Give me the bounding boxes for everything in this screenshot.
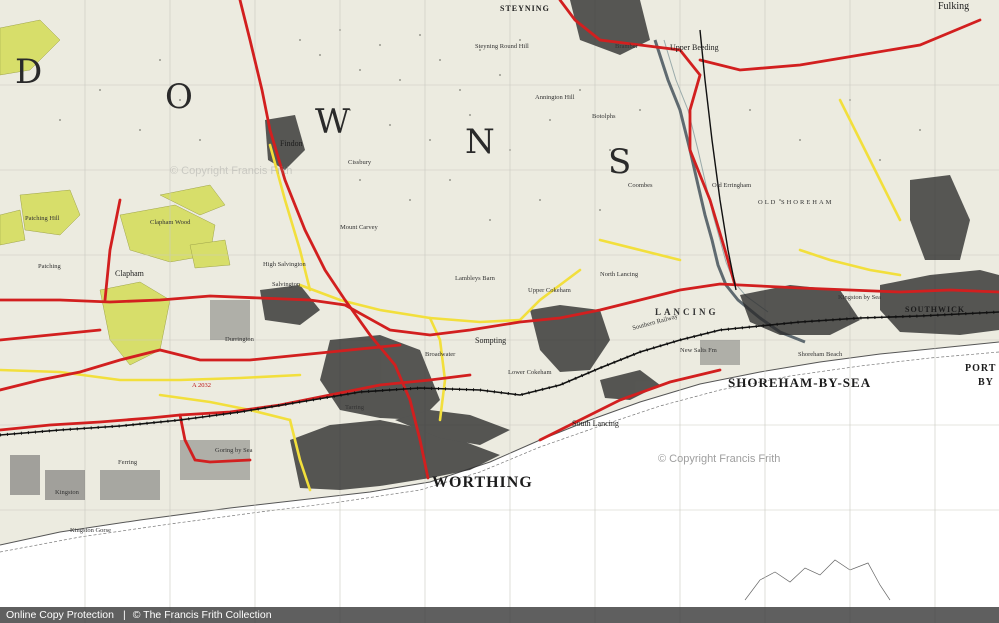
place-label-upper-beeding[interactable]: Upper Beeding — [670, 44, 719, 52]
downs-letter-w: W — [315, 102, 350, 142]
copyright-watermark-faint: © Copyright Francis Frith — [170, 165, 293, 177]
place-label-goring[interactable]: Goring by Sea — [215, 447, 253, 455]
place-label-patching[interactable]: Patching — [38, 263, 61, 271]
place-label-port[interactable]: PORT — [965, 364, 996, 374]
place-label-bramber[interactable]: Bramber — [615, 43, 638, 51]
downs-letter-d: D — [15, 52, 43, 92]
place-label-ferring[interactable]: Ferring — [118, 459, 137, 467]
place-label-coombes[interactable]: Coombes — [628, 182, 653, 190]
downs-letter-s: S — [608, 142, 632, 182]
place-label-clapham-wood[interactable]: Clapham Wood — [150, 219, 190, 227]
online-copy-protection-link[interactable]: Online Copy Protection — [6, 609, 114, 621]
town-label-fulking[interactable]: Fulking — [938, 2, 969, 12]
place-label-findon[interactable]: Findon — [280, 140, 303, 148]
place-label-durrington[interactable]: Durrington — [225, 336, 254, 344]
place-label-annington-hill[interactable]: Annington Hill — [535, 94, 575, 102]
place-label-mount-carvey[interactable]: Mount Carvey — [340, 224, 378, 232]
place-label-tarring[interactable]: Tarring — [345, 404, 364, 412]
place-label-south-lancing[interactable]: South Lancing — [572, 420, 619, 428]
town-label-southwick[interactable]: SOUTHWICK — [905, 306, 965, 314]
place-label-cissbury[interactable]: Cissbury — [348, 159, 371, 167]
place-label-upper-cokeham[interactable]: Upper Cokeham — [528, 287, 571, 295]
place-label-old-shoreham[interactable]: OLD SHOREHAM — [758, 199, 833, 207]
place-label-kingston-by-sea[interactable]: Kingston by Sea — [838, 294, 881, 302]
place-label-steyning-round-hill[interactable]: Steyning Round Hill — [475, 43, 529, 51]
place-label-patching-hill[interactable]: Patching Hill — [25, 215, 59, 223]
place-label-by[interactable]: BY — [978, 378, 994, 388]
town-label-steyning[interactable]: STEYNING — [500, 5, 550, 13]
place-label-shoreham-beach[interactable]: Shoreham Beach — [798, 351, 842, 359]
place-label-high-salvington[interactable]: High Salvington — [263, 261, 306, 269]
place-label-new-salts-farm[interactable]: New Salts Fm — [680, 347, 717, 355]
place-label-lambleys-barn[interactable]: Lambleys Barn — [455, 275, 495, 283]
copyright-watermark: © Copyright Francis Frith — [658, 453, 781, 465]
place-label-sompting[interactable]: Sompting — [475, 337, 506, 345]
town-label-worthing[interactable]: WORTHING — [432, 475, 533, 491]
footer-separator: | — [122, 609, 126, 621]
map-view[interactable]: D O W N S WORTHING SHOREHAM-BY-SEA STEYN… — [0, 0, 999, 623]
place-label-kingston[interactable]: Kingston — [55, 489, 79, 497]
place-label-old-erringham[interactable]: Old Erringham — [712, 182, 751, 190]
place-label-north-lancing[interactable]: North Lancing — [600, 271, 638, 279]
town-label-shoreham[interactable]: SHOREHAM-BY-SEA — [728, 376, 871, 389]
copyright-footer-bar: Online Copy Protection | © The Francis F… — [0, 607, 999, 623]
place-label-clapham[interactable]: Clapham — [115, 270, 144, 278]
place-label-lower-cokeham[interactable]: Lower Cokeham — [508, 369, 552, 377]
map-base-layer — [0, 0, 999, 623]
place-label-salvington[interactable]: Salvington — [272, 281, 300, 289]
place-label-broadwater[interactable]: Broadwater — [425, 351, 455, 359]
place-label-kingston-gorse[interactable]: Kingston Gorse — [70, 527, 111, 535]
road-label-a2032: A 2032 — [192, 382, 211, 389]
place-label-botolphs[interactable]: Botolphs — [592, 113, 615, 121]
downs-letter-n: N — [465, 122, 495, 162]
downs-letter-o: O — [165, 77, 193, 117]
frith-collection-link[interactable]: © The Francis Frith Collection — [133, 609, 272, 621]
